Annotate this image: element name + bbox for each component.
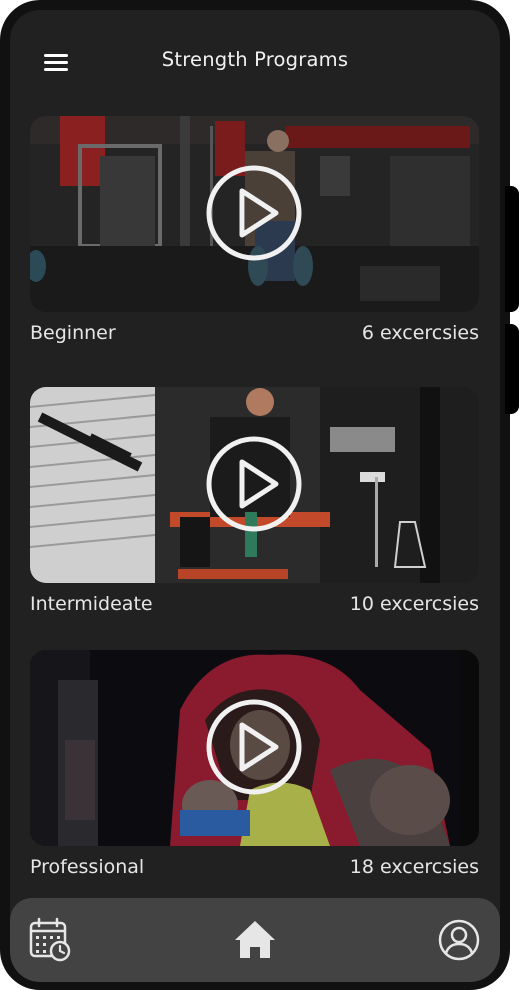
program-exercise-count: 6 excercsies — [361, 322, 479, 344]
play-icon[interactable] — [204, 163, 304, 263]
app-screen: Strength Programs Beginner 6 excercsies … — [10, 10, 500, 982]
program-thumbnail[interactable] — [30, 116, 479, 312]
user-profile-icon[interactable] — [435, 916, 483, 964]
play-icon[interactable] — [204, 434, 304, 534]
header: Strength Programs — [10, 10, 500, 115]
program-name: Intermideate — [30, 593, 153, 615]
home-icon[interactable] — [231, 916, 279, 964]
calendar-clock-icon[interactable] — [26, 916, 74, 964]
program-exercise-count: 18 excercsies — [349, 856, 479, 878]
program-thumbnail[interactable] — [30, 650, 479, 846]
bottom-nav-bar — [10, 898, 500, 982]
program-name: Beginner — [30, 322, 116, 344]
side-button-upper — [505, 186, 519, 312]
play-icon[interactable] — [204, 697, 304, 797]
program-name: Professional — [30, 856, 145, 878]
side-button-lower — [505, 324, 519, 414]
program-exercise-count: 10 excercsies — [349, 593, 479, 615]
page-title: Strength Programs — [161, 48, 349, 71]
program-thumbnail[interactable] — [30, 387, 479, 583]
